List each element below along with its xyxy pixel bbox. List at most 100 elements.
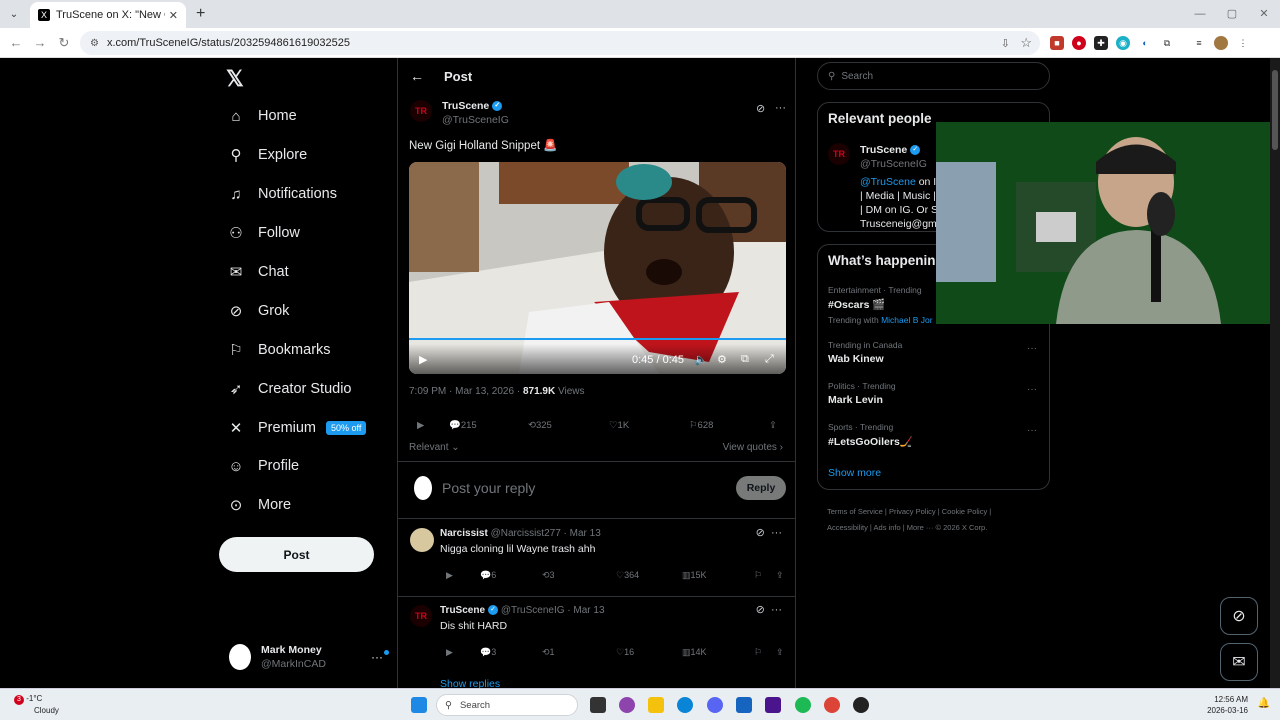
remote-desktop-icon[interactable] [736, 697, 752, 713]
reply-action[interactable]: 💬 3 [480, 647, 496, 658]
like-action[interactable]: ♡ 364 [616, 570, 639, 581]
trend-extra-link[interactable]: Michael B Jor [881, 315, 933, 325]
discord-icon[interactable] [707, 697, 723, 713]
extension-icon[interactable]: ● [1072, 36, 1086, 50]
views-action[interactable]: ▥ 15K [682, 570, 707, 581]
volume-icon[interactable]: 🔈 [694, 353, 708, 366]
show-replies-link[interactable]: Show replies [440, 678, 500, 688]
trend-item[interactable]: Entertainment · Trending #Oscars 🎬 Trend… [828, 285, 933, 325]
reply-input[interactable]: Post your reply [442, 480, 535, 496]
like-action[interactable]: ♡ 1K [609, 420, 629, 431]
chrome-icon[interactable] [824, 697, 840, 713]
play-icon[interactable]: ▶ [419, 353, 427, 366]
weather-widget[interactable]: 3 -1°C Cloudy [14, 693, 59, 716]
more-dots-icon[interactable]: ··· [371, 650, 389, 664]
repost-action[interactable]: ⟲ 325 [528, 420, 552, 431]
trend-item[interactable]: Trending in Canada Wab Kinew [828, 340, 902, 365]
task-view-icon[interactable] [590, 697, 606, 713]
reload-icon[interactable]: ↻ [52, 35, 76, 51]
post-button[interactable]: Post [219, 537, 374, 572]
chrome-menu-icon[interactable]: ⋮ [1236, 36, 1250, 50]
windows-start-icon[interactable] [411, 697, 427, 713]
nav-item-notifications[interactable]: ♫ Notifications [226, 175, 366, 214]
nav-item-bookmarks[interactable]: ⚐ Bookmarks [226, 330, 366, 369]
spotify-icon[interactable] [795, 697, 811, 713]
views-action[interactable]: ▥ 14K [682, 647, 707, 658]
site-info-icon[interactable]: ⚙ [90, 38, 99, 49]
tab-search-chevron-icon[interactable]: ⌄ [4, 4, 24, 24]
reply-button[interactable]: Reply [736, 476, 786, 500]
extension-icon[interactable]: ■ [1050, 36, 1064, 50]
share-icon[interactable]: ⇪ [769, 420, 777, 431]
search-input[interactable]: ⚲ Search [817, 62, 1050, 90]
bookmark-icon[interactable]: ⚐ [754, 647, 762, 658]
nav-item-home[interactable]: ⌂ Home [226, 97, 366, 136]
page-scrollbar[interactable] [1270, 58, 1280, 688]
bookmark-action[interactable]: ⚐ 628 [689, 420, 713, 431]
repost-action[interactable]: ⟲ 1 [542, 647, 555, 658]
video-player[interactable]: ▶ 0:45 / 0:45 🔈 ⚙ ⧉ ⤢ [409, 162, 786, 374]
trend-item[interactable]: Sports · Trending #LetsGoOilers🏒 [828, 422, 913, 448]
share-icon[interactable]: ⇪ [776, 570, 784, 581]
play-circle-icon[interactable]: ▶ [446, 647, 453, 658]
more-dots-icon[interactable]: ··· [1027, 425, 1037, 436]
forward-icon[interactable]: → [28, 35, 52, 50]
footer-line[interactable]: Accessibility | Ads info | More ··· © 20… [827, 520, 1049, 536]
nav-item-follow[interactable]: ⚇ Follow [226, 214, 366, 253]
nav-item-more[interactable]: ⊙ More [226, 486, 366, 525]
nav-item-grok[interactable]: ⊘ Grok [226, 291, 366, 330]
nav-item-premium[interactable]: ✕ Premium 50% off [226, 408, 367, 447]
messages-fab-icon[interactable]: ✉ [1220, 643, 1258, 681]
bookmark-icon[interactable]: ⚐ [754, 570, 762, 581]
reply-action[interactable]: 💬 6 [480, 570, 496, 581]
video-progress[interactable] [409, 338, 786, 340]
extension-icon[interactable]: ◐ [1138, 36, 1152, 50]
pip-icon[interactable]: ⧉ [741, 353, 749, 366]
install-app-icon[interactable]: ⇩ [1001, 37, 1010, 50]
grok-icon[interactable]: ⊘ [756, 102, 765, 115]
view-quotes-link[interactable]: View quotes › [723, 442, 783, 453]
reply-more-icon[interactable]: ⊘ ··· [756, 603, 782, 616]
more-dots-icon[interactable]: ··· [1027, 343, 1037, 354]
taskbar-clock[interactable]: 12:56 AM 2026-03-16 [1207, 694, 1248, 716]
nav-item-chat[interactable]: ✉ Chat [226, 253, 366, 292]
back-icon[interactable]: ← [4, 35, 28, 50]
copilot-icon[interactable] [619, 697, 635, 713]
reply-more-icon[interactable]: ⊘ ··· [756, 526, 782, 539]
sort-dropdown[interactable]: Relevant ⌄ [409, 442, 460, 453]
window-close-icon[interactable]: ✕ [1248, 0, 1280, 28]
puzzle-icon[interactable]: ⧉ [1160, 36, 1174, 50]
more-dots-icon[interactable]: ··· [1027, 384, 1037, 395]
grok-fab-icon[interactable]: ⊘ [1220, 597, 1258, 635]
nav-item-creator-studio[interactable]: ➶ Creator Studio [226, 369, 366, 408]
nav-item-profile[interactable]: ☺ Profile [226, 447, 366, 486]
post-author[interactable]: TR TruScene ✓ @TruSceneIG [410, 100, 509, 126]
like-action[interactable]: ♡ 16 [616, 647, 634, 658]
account-switcher[interactable]: Mark Money @MarkInCAD [229, 644, 326, 670]
x-logo-icon[interactable]: 𝕏 [226, 66, 244, 92]
tab-close-icon[interactable]: ✕ [169, 9, 178, 22]
reply-action[interactable]: 💬 215 [449, 420, 477, 431]
bio-mention[interactable]: @TruScene [860, 176, 916, 188]
play-circle-icon[interactable]: ▶ [417, 420, 424, 431]
file-explorer-icon[interactable] [648, 697, 664, 713]
obs-icon[interactable] [853, 697, 869, 713]
profile-avatar[interactable] [1214, 36, 1228, 50]
extension-icon[interactable]: ✚ [1094, 36, 1108, 50]
settings-icon[interactable]: ⚙ [717, 353, 727, 366]
extension-icon[interactable]: ◉ [1116, 36, 1130, 50]
trend-item[interactable]: Politics · Trending Mark Levin [828, 381, 896, 406]
scrollbar-thumb[interactable] [1272, 70, 1278, 150]
edge-icon[interactable] [677, 697, 693, 713]
fullscreen-icon[interactable]: ⤢ [765, 353, 774, 366]
new-tab-icon[interactable]: + [196, 5, 205, 23]
url-bar[interactable]: ⚙ x.com/TruSceneIG/status/20325948616190… [80, 31, 1040, 55]
footer-line[interactable]: Terms of Service | Privacy Policy | Cook… [827, 504, 1049, 520]
repost-action[interactable]: ⟲ 3 [542, 570, 555, 581]
maximize-icon[interactable]: ▢ [1216, 0, 1248, 28]
share-icon[interactable]: ⇪ [776, 647, 784, 658]
more-dots-icon[interactable]: ··· [775, 102, 786, 114]
play-circle-icon[interactable]: ▶ [446, 570, 453, 581]
nav-item-explore[interactable]: ⚲ Explore [226, 136, 366, 175]
taskbar-search[interactable]: ⚲ Search [436, 694, 578, 716]
